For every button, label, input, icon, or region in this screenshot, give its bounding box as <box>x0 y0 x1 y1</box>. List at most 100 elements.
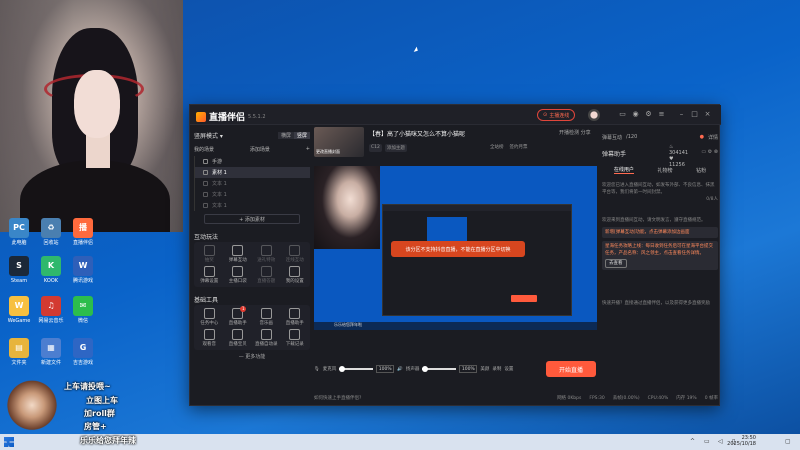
scene-item[interactable]: 文本 1 <box>195 200 310 211</box>
help-link[interactable]: 如何快速上手直播伴侣? <box>314 395 361 401</box>
tool-item[interactable]: 直播宝贝 <box>225 329 252 347</box>
settings-icon[interactable]: ⚙ <box>644 110 653 119</box>
interaction-item[interactable]: 送礼特效 <box>253 245 280 263</box>
mic-icon[interactable]: 🎙 <box>314 367 320 372</box>
network-icon[interactable]: ▭ <box>704 438 712 446</box>
app-icon: ♻ <box>41 218 61 238</box>
tool-item[interactable]: 1 直播助手 <box>225 306 252 326</box>
app-icon: W <box>9 296 29 316</box>
stream-info: 更改直播封面 【春】高了小猫咪又怎么不算小猫呢 C12 添加主题 全站榜 签约月票 … <box>314 127 688 168</box>
maximize-icon[interactable]: □ <box>690 110 699 119</box>
chevron-up-icon[interactable]: ^ <box>690 438 698 446</box>
speaker-icon[interactable]: 🔊 <box>397 367 403 372</box>
interaction-item[interactable]: 弹幕设置 <box>196 266 223 284</box>
mic-slider[interactable] <box>339 366 374 372</box>
more-features-link[interactable]: — 更多功能 <box>194 353 310 360</box>
tab-gift-rank[interactable]: 礼物榜 <box>657 167 672 174</box>
desktop-icon[interactable]: W 腾讯游戏 <box>66 256 100 284</box>
interaction-item[interactable]: 我的设置 <box>282 266 309 284</box>
download-icon <box>289 308 301 319</box>
tag[interactable]: 添加主题 <box>384 144 407 152</box>
user-avatar[interactable] <box>588 109 600 121</box>
portrait-option[interactable]: 竖屏 <box>293 131 310 139</box>
view-task-button[interactable]: 去查看 <box>605 259 627 268</box>
app-icon: ▦ <box>41 338 61 358</box>
add-source-button[interactable]: + 添加素材 <box>204 214 300 224</box>
record-button[interactable]: 录制 <box>492 366 501 372</box>
orientation-toggle[interactable]: 横屏 竖屏 <box>277 131 310 139</box>
viewer-icon <box>203 329 215 340</box>
scene-icon <box>203 170 208 175</box>
tag[interactable]: C12 <box>369 144 382 152</box>
chat-message: 新增[弹幕互动]功能，点击弹幕添加边画面 <box>602 227 718 238</box>
rank-link[interactable]: 全站榜 <box>490 144 504 150</box>
desktop-icon-label: 此电脑 <box>11 240 27 246</box>
tab-diamond-fans[interactable]: 钻粉 <box>696 167 706 174</box>
start-live-button[interactable]: 开始直播 <box>546 361 596 377</box>
scene-item[interactable]: 文本 1 <box>195 178 310 189</box>
details-link[interactable]: 详情 <box>708 134 718 141</box>
interaction-item[interactable]: 连线互动 <box>282 245 309 263</box>
cover-thumbnail[interactable]: 更改直播封面 <box>314 127 364 157</box>
desktop-icon[interactable]: S Steam <box>2 256 36 284</box>
ticket-link[interactable]: 签约月票 <box>510 144 528 150</box>
start-icon[interactable] <box>4 437 14 447</box>
scene-tabs: 我的场景 添加场景 + <box>194 144 310 154</box>
tool-item[interactable]: 直播自动录 <box>253 329 280 347</box>
stream-title[interactable]: 【春】高了小猫咪又怎么不算小猫呢 <box>369 129 465 138</box>
scene-item[interactable]: 手游 <box>195 156 310 167</box>
tool-item[interactable]: 音乐画 <box>253 308 280 326</box>
tool-item[interactable]: 任务中心 <box>196 308 223 326</box>
tab-add-scene[interactable]: 添加场景 <box>250 146 270 153</box>
minimize-icon[interactable]: – <box>677 110 686 119</box>
scene-icon <box>203 159 208 164</box>
barrage-toggle[interactable]: 弹幕互动 <box>602 134 622 141</box>
desktop-icon[interactable]: ♫ 网易云音乐 <box>34 296 68 324</box>
tab-online-users[interactable]: 在线用户 <box>613 166 634 174</box>
app-icon: K <box>41 256 61 276</box>
desktop-icon[interactable]: PC 此电脑 <box>2 218 36 246</box>
message-icon[interactable]: ▭ <box>618 110 627 119</box>
desktop-icon[interactable]: ♻ 回收站 <box>34 218 68 246</box>
desktop-icon[interactable]: ✉ 微信 <box>66 296 100 324</box>
interaction-item[interactable]: 主播口袋 <box>225 266 252 284</box>
co-host-button[interactable]: ⊙ 主播连线 <box>537 109 576 121</box>
settings-button[interactable]: 设置 <box>504 366 513 372</box>
interaction-item[interactable]: 弹幕互动 <box>225 245 252 263</box>
volume-icon[interactable]: ◁ <box>718 438 726 446</box>
desktop-icon[interactable]: W WeGame <box>2 296 36 324</box>
desktop-icon[interactable]: ▤ 文件夹 <box>2 338 36 366</box>
beauty-button[interactable]: 美颜 <box>480 366 489 372</box>
scene-item[interactable]: 文本 1 <box>195 189 310 200</box>
app-icon: W <box>73 256 93 276</box>
notification-icon[interactable]: ◉ <box>631 110 640 119</box>
desktop-icon[interactable]: ▦ 新建文件 <box>34 338 68 366</box>
tool-item[interactable]: 观看音 <box>196 329 223 347</box>
speaker-slider[interactable] <box>422 366 457 372</box>
webcam-feed <box>0 0 183 232</box>
menu-icon[interactable]: ≡ <box>657 110 666 119</box>
mode-selector[interactable]: 竖屏模式 ▾ <box>194 131 223 140</box>
mic-label: 麦克风 <box>322 367 337 372</box>
notification-icon[interactable]: ▢ <box>785 438 793 446</box>
desktop-icon[interactable]: 播直播伴侣 <box>66 218 100 246</box>
desktop-icon[interactable]: G 吉吉游戏 <box>66 338 100 366</box>
scene-item[interactable]: 素材 1 <box>195 167 310 178</box>
add-scene-icon[interactable]: + <box>306 146 310 152</box>
desktop-icon[interactable]: K KOOK <box>34 256 68 284</box>
interaction-item[interactable]: 抽奖 <box>196 245 223 263</box>
effects-icon <box>260 245 272 256</box>
interaction-item[interactable]: 直播答题 <box>253 266 280 284</box>
comment-icon <box>203 266 215 277</box>
preview-canvas[interactable]: 该分区不支持抖音直播，不能在直播分区中切换 乐乐给您拜年啦 <box>314 166 597 330</box>
rank-stats: 全站榜 签约月票 <box>490 144 528 150</box>
clock[interactable]: 23:50 2025/10/18 <box>727 435 756 447</box>
check-link[interactable]: 开播检测 <box>559 130 579 136</box>
desktop-icon-label: KOOK <box>43 278 59 284</box>
landscape-option[interactable]: 横屏 <box>277 131 294 139</box>
tool-item[interactable]: 直播助手 <box>282 308 309 326</box>
tool-item[interactable]: 下载记录 <box>282 329 309 347</box>
tab-my-scenes[interactable]: 我的场景 <box>194 146 214 153</box>
share-link[interactable]: 分享 <box>581 130 591 136</box>
close-icon[interactable]: × <box>703 110 712 119</box>
